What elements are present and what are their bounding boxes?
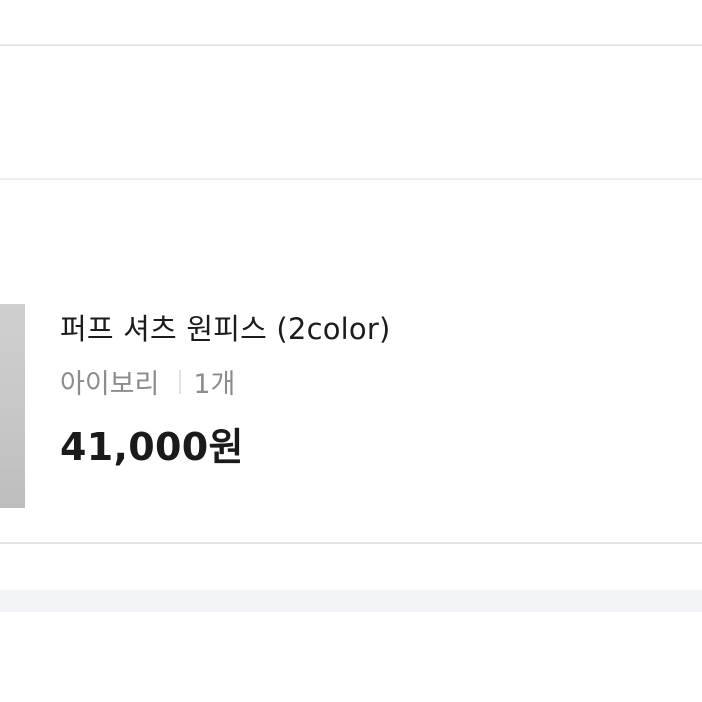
order-page: 퍼프 셔츠 원피스 (2color) 아이보리 1개 41,000원 — [0, 0, 702, 702]
empty-section — [0, 46, 702, 180]
header-section — [0, 0, 702, 46]
product-card[interactable]: 퍼프 셔츠 원피스 (2color) 아이보리 1개 41,000원 — [0, 180, 702, 544]
bottom-section — [0, 612, 702, 702]
product-option-row: 아이보리 1개 — [60, 362, 235, 401]
product-name[interactable]: 퍼프 셔츠 원피스 (2color) — [60, 306, 391, 348]
product-quantity: 1개 — [193, 369, 236, 400]
section-divider — [0, 590, 702, 612]
product-thumbnail[interactable] — [0, 304, 25, 508]
product-price: 41,000원 — [60, 425, 244, 469]
product-option-color: 아이보리 — [60, 369, 160, 400]
option-divider — [179, 369, 182, 394]
spacer — [0, 544, 702, 590]
